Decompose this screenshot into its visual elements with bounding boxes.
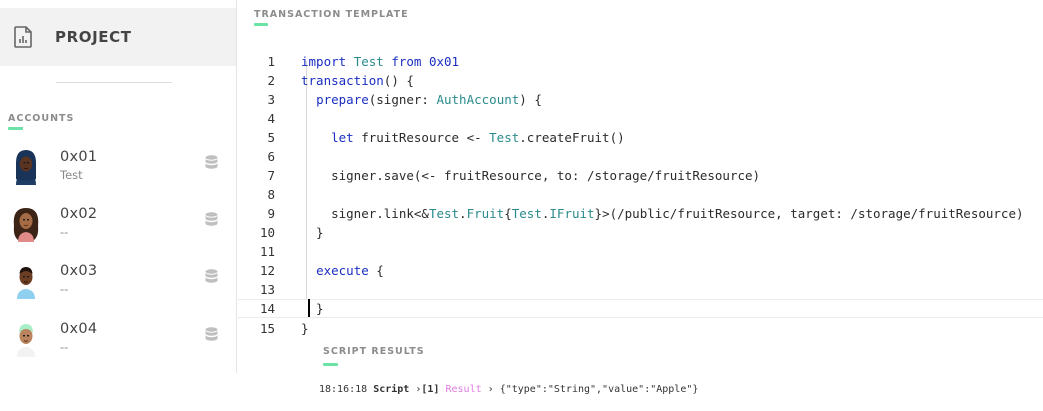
account-item-0x03[interactable]: 0x03 -- [0,263,236,317]
transaction-template-underline [254,23,268,26]
project-button[interactable]: PROJECT [0,8,236,66]
account-name: -- [60,340,69,354]
account-name: -- [60,225,69,239]
project-label: PROJECT [55,28,132,46]
account-item-0x04[interactable]: 0x04 -- [0,321,236,375]
code-line-8: 8 [238,166,1043,202]
code-line-11: 11 [238,223,1043,259]
database-icon[interactable] [205,327,218,342]
sidebar: PROJECT ACCOUNTS 0x01 Test 0x02 -- 0x03 … [0,0,237,373]
line-number: 15 [259,321,275,336]
script-results-underline [323,363,338,366]
avatar [13,208,39,242]
account-item-0x01[interactable]: 0x01 Test [0,149,236,203]
account-address: 0x02 [60,206,98,222]
code-editor[interactable]: 1 import Test from 0x01 2 transaction() { … [238,33,1043,336]
accounts-title-underline [8,127,23,130]
database-icon[interactable] [205,155,218,170]
transaction-template-title: TRANSACTION TEMPLATE [254,9,409,20]
account-address: 0x01 [60,149,98,165]
code-line-14: 14 } [238,280,1043,316]
account-name: Test [60,168,83,182]
code-line-2: 2 transaction() { [238,52,1043,88]
result-value: {"type":"String","value":"Apple"} [499,384,699,395]
database-icon[interactable] [205,212,218,227]
code-line-10: 10 } [238,204,1043,240]
text-cursor [308,299,310,317]
accounts-title: ACCOUNTS [8,113,75,124]
chevron-right-icon: › [487,384,494,395]
result-row: 18:16:18 Script ›[1] Result › {"type":"S… [319,384,698,395]
account-name: -- [60,282,69,296]
project-file-icon [14,26,32,48]
account-address: 0x04 [60,321,98,337]
avatar [17,324,35,357]
code-line-9: 9 signer.link<&Test.Fruit{Test.IFruit}>(… [238,185,1043,221]
script-results-title: SCRIPT RESULTS [323,346,425,357]
result-index: [1] [421,384,440,395]
sidebar-divider [56,82,172,83]
code-line-12: 12 execute { [238,242,1043,278]
account-address: 0x03 [60,263,98,279]
database-icon[interactable] [205,269,218,284]
code-line-6: 6 [238,128,1043,164]
account-item-0x02[interactable]: 0x02 -- [0,206,236,260]
code-line-4: 4 [238,90,1043,126]
result-label: Result [445,384,482,395]
code-line-1: 1 import Test from 0x01 [238,33,1043,69]
code-line-7: 7 signer.save(<- fruitResource, to: /sto… [238,147,1043,183]
result-source: Script [373,384,410,395]
code-line-3: 3 prepare(signer: AuthAccount) { [238,71,1043,107]
result-time: 18:16:18 [319,384,368,395]
code-line-5: 5 let fruitResource <- Test.createFruit(… [238,109,1043,145]
code-text: } [301,321,309,336]
avatar [16,150,36,185]
avatar [17,267,35,299]
code-line-13: 13 [238,261,1043,297]
code-line-15: 15} [238,299,1043,336]
